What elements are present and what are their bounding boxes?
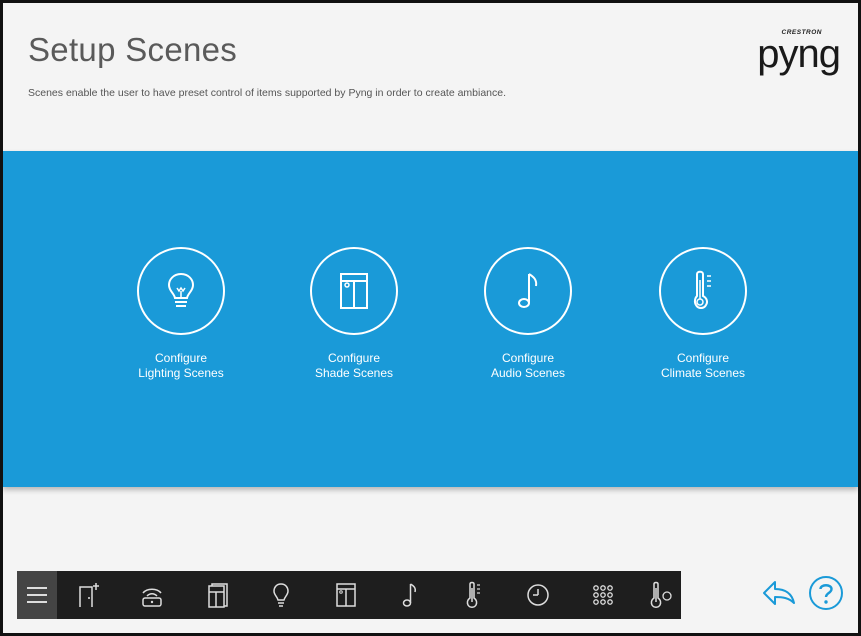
shade-label-line1: Configure [327,351,381,365]
thermometer-icon [466,581,480,608]
lightbulb-icon [167,272,195,307]
climate-label-line2: Climate Scenes [660,366,746,380]
configure-lighting-scenes-button[interactable]: Configure Lighting Scenes [111,247,251,381]
help-button[interactable] [808,575,844,616]
audio-nav-button[interactable] [390,571,430,619]
configure-climate-scenes-button[interactable]: Configure Climate Scenes [633,247,773,381]
music-note-icon [518,273,538,308]
menu-icon [27,587,47,603]
lighting-label-line2: Lighting Scenes [138,366,224,380]
remote-button[interactable] [132,571,172,619]
shade-circle [310,247,398,335]
lighting-circle [137,247,225,335]
app-window: Setup Scenes Scenes enable the user to h… [0,0,861,636]
shade-icon [336,583,356,607]
keypad-nav-button[interactable] [583,571,623,619]
clock-icon [527,584,549,606]
configure-shade-scenes-button[interactable]: Configure Shade Scenes [284,247,424,381]
header: Setup Scenes Scenes enable the user to h… [3,3,858,151]
thermostat-icon [650,581,672,608]
audio-circle [484,247,572,335]
shade-label-line2: Shade Scenes [314,366,394,380]
menu-button[interactable] [17,571,57,619]
lightbulb-icon [273,583,289,607]
add-room-icon [79,583,99,607]
audio-label-line1: Configure [501,351,555,365]
lighting-label-line1: Configure [154,351,208,365]
logo-brand-main: pyng [757,32,841,76]
thermostat-nav-button[interactable] [642,571,682,619]
climate-circle [659,247,747,335]
page-subtitle: Scenes enable the user to have preset co… [28,87,507,99]
shade-icon [340,273,368,309]
bottom-nav-bar [17,571,681,619]
crestron-pyng-logo: CRESTRON pyng [749,23,844,77]
audio-label-line2: Audio Scenes [490,366,566,380]
lighting-nav-button[interactable] [261,571,301,619]
shade-nav-button[interactable] [326,571,366,619]
help-icon [809,576,843,610]
remote-icon [142,588,162,607]
climate-label-line1: Configure [676,351,730,365]
back-button[interactable] [761,577,797,614]
thermometer-icon [693,270,711,309]
add-room-button[interactable] [69,571,109,619]
music-note-icon [402,583,416,607]
climate-nav-button[interactable] [454,571,494,619]
scene-options-panel: Configure Lighting Scenes Configure Shad… [3,151,858,487]
schedule-nav-button[interactable] [518,571,558,619]
keypad-icon [593,585,613,605]
back-icon [763,581,795,605]
page-title: Setup Scenes [28,31,238,68]
configure-audio-scenes-button[interactable]: Configure Audio Scenes [458,247,598,381]
devices-button[interactable] [197,571,237,619]
devices-icon [208,583,228,608]
